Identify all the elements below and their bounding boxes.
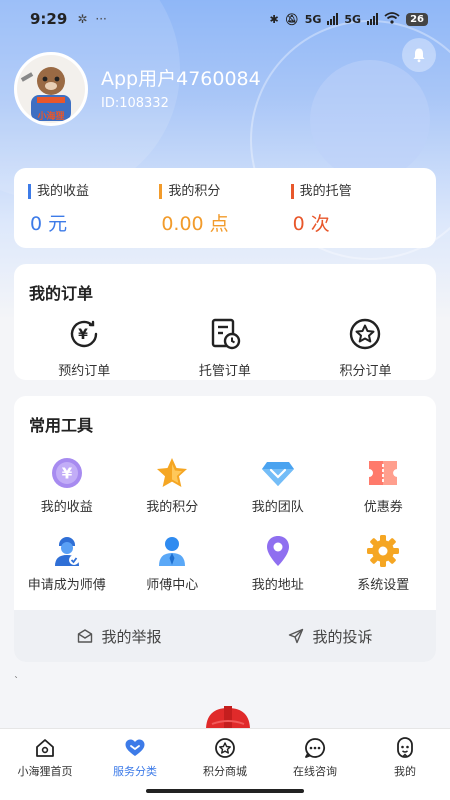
face-icon [397,737,413,758]
tool-income-button[interactable]: ¥ 我的收益 [14,456,120,534]
orders-card: 我的订单 ¥ 预约订单 托管订单 积分订单 [14,264,436,380]
battery-indicator: 26 [406,12,428,26]
order-item-label: 托管订单 [198,364,251,379]
tools-card: 常用工具 ¥ 我的收益 我的积分 我的团队 优惠券 申请成为师傅 师傅中心 我的… [14,396,436,662]
tab-label: 我的 [394,765,416,778]
beaver-mascot-icon: 小海狸 [17,55,85,123]
notification-icon: ✲ [77,12,88,26]
stat-label: 我的收益 [28,184,159,199]
stat-points[interactable]: 我的积分 0.00 点 [159,184,290,235]
stat-label: 我的积分 [159,184,290,199]
mute-icon: 🔕︎ [284,12,299,26]
star-badge-icon [350,318,381,350]
my-reports-button[interactable]: 我的举报 [14,610,225,662]
stat-trust[interactable]: 我的托管 0 次 [290,184,422,235]
signal-2-icon [367,13,379,25]
tool-coupon-button[interactable]: 优惠券 [331,456,437,534]
worker-icon [54,537,79,566]
order-appointment-button[interactable]: ¥ 预约订单 [14,316,155,379]
order-item-label: 预约订单 [58,364,111,379]
signal-1-icon [327,13,339,25]
tool-label: 师傅中心 [146,578,199,593]
stats-card: 我的收益 0 元 我的积分 0.00 点 我的托管 0 次 [14,168,436,248]
mascot-helmet-image [206,706,250,730]
notification-bell-button[interactable] [402,38,436,72]
stat-value: 0.00 点 [161,213,229,235]
wifi-icon [384,11,400,27]
tool-label: 我的团队 [251,500,304,515]
stray-mark: ` [14,676,19,687]
home-icon [36,739,54,757]
tab-label: 小海狸首页 [17,765,73,778]
tool-label: 我的收益 [40,500,93,515]
status-bar: 9:29 ✲ ··· ✱ 🔕︎ 5G 5G 26 [0,0,450,38]
star-circle-icon [215,738,235,758]
document-clock-icon [211,318,241,350]
star-icon [157,458,188,487]
bell-icon [413,48,425,63]
tools-footer: 我的举报 我的投诉 [14,610,436,662]
tool-address-button[interactable]: 我的地址 [225,534,331,612]
order-item-label: 积分订单 [339,364,392,379]
my-complaints-label: 我的投诉 [312,627,373,646]
yuan-clock-icon: ¥ [71,320,98,348]
my-complaints-button[interactable]: 我的投诉 [225,610,436,662]
stat-income[interactable]: 我的收益 0 元 [28,184,159,235]
tool-master-center-button[interactable]: 师傅中心 [120,534,226,612]
user-name: App用户4760084 [101,68,261,90]
tool-label: 我的积分 [146,500,199,515]
tools-title: 常用工具 [29,416,94,435]
diamond-icon [261,462,294,486]
envelope-icon [78,629,93,643]
status-time: 9:29 [30,10,68,28]
tool-label: 我的地址 [251,578,304,593]
order-trust-button[interactable]: 托管订单 [155,316,296,379]
tab-label: 积分商城 [203,765,247,778]
tab-label: 在线咨询 [293,765,337,778]
tool-label: 申请成为师傅 [27,578,106,593]
tool-settings-button[interactable]: 系统设置 [331,534,437,612]
location-pin-icon [266,536,289,566]
avatar[interactable]: 小海狸 [14,52,88,126]
tool-label: 优惠券 [363,500,403,515]
send-icon [289,628,304,644]
tool-team-button[interactable]: 我的团队 [225,456,331,534]
tool-points-button[interactable]: 我的积分 [120,456,226,534]
my-reports-label: 我的举报 [101,627,162,646]
bluetooth-icon: ✱ [269,12,279,26]
heart-icon [125,739,145,756]
more-dots-icon: ··· [95,12,107,26]
gear-icon [367,535,400,567]
person-icon [159,537,186,566]
avatar-caption: 小海狸 [36,110,64,122]
svg-text:¥: ¥ [62,465,73,483]
network-2-label: 5G [344,12,362,26]
stat-value: 0 次 [292,213,330,235]
tab-label: 服务分类 [113,765,157,778]
home-indicator[interactable] [146,789,304,793]
user-id: ID:108332 [101,96,169,111]
yuan-coin-icon: ¥ [51,458,82,488]
order-points-button[interactable]: 积分订单 [295,316,436,379]
stat-value: 0 元 [30,213,68,235]
orders-title: 我的订单 [29,284,94,303]
tab-home[interactable]: 小海狸首页 [0,729,90,800]
svg-text:¥: ¥ [78,327,88,343]
coupon-icon [369,461,398,485]
tool-label: 系统设置 [357,578,410,593]
chat-icon [305,738,326,758]
tab-mine[interactable]: 我的 [360,729,450,800]
tool-apply-master-button[interactable]: 申请成为师傅 [14,534,120,612]
network-1-label: 5G [304,12,322,26]
stat-label: 我的托管 [290,184,422,199]
